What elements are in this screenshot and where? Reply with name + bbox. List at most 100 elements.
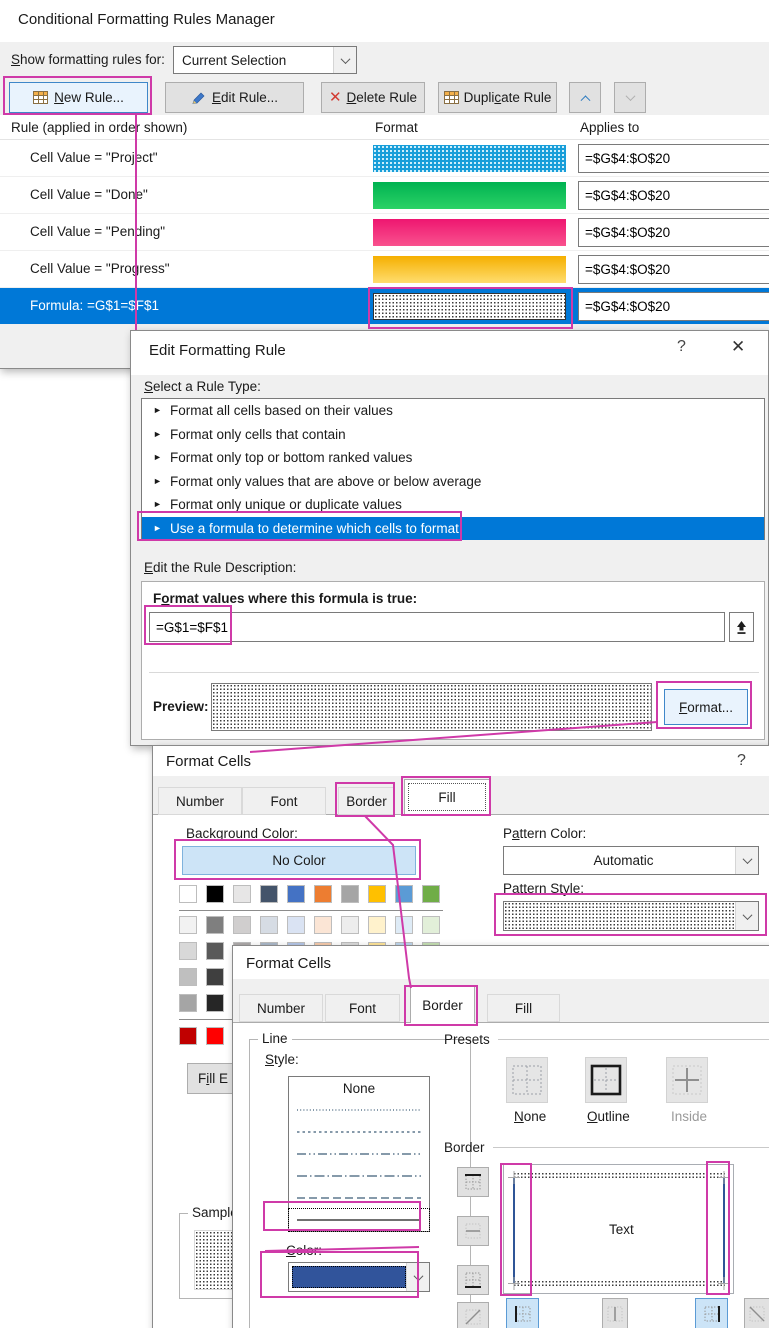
- help-button[interactable]: ?: [737, 752, 746, 770]
- color-swatch[interactable]: [368, 916, 386, 934]
- tab-fill[interactable]: Fill: [487, 994, 560, 1022]
- border-bottom-button[interactable]: [457, 1265, 489, 1295]
- border-diagonal-up-button[interactable]: [457, 1302, 489, 1328]
- color-swatch[interactable]: [395, 916, 413, 934]
- rule-row[interactable]: Cell Value = "Done": [0, 177, 769, 214]
- color-swatch[interactable]: [206, 942, 224, 960]
- preset-outline-label: Outline: [587, 1109, 630, 1124]
- fill-tabstrip: Number Font Border Fill: [153, 776, 769, 815]
- rule-type-item[interactable]: ►Format only unique or duplicate values: [142, 493, 764, 517]
- rule-type-label: Format all cells based on their values: [170, 403, 393, 418]
- rule-row[interactable]: Cell Value = "Progress": [0, 251, 769, 288]
- rule-applies-to-input[interactable]: [578, 292, 769, 321]
- show-rules-dropdown-button[interactable]: [333, 47, 356, 73]
- pattern-color-dropdown-button[interactable]: [735, 847, 758, 874]
- rule-type-item[interactable]: ►Format only values that are above or be…: [142, 470, 764, 494]
- pattern-style-dropdown-button[interactable]: [735, 902, 758, 930]
- color-swatch[interactable]: [260, 916, 278, 934]
- color-swatch[interactable]: [206, 916, 224, 934]
- color-swatch[interactable]: [179, 994, 197, 1012]
- no-color-button[interactable]: No Color: [182, 846, 416, 875]
- line-style-item-solid[interactable]: [289, 1209, 429, 1231]
- rule-row[interactable]: Cell Value = "Pending": [0, 214, 769, 251]
- line-style-item-dotted-fine[interactable]: [289, 1099, 429, 1121]
- color-swatch[interactable]: [422, 885, 440, 903]
- line-style-item-none[interactable]: None: [289, 1077, 429, 1099]
- border-top-button[interactable]: [457, 1167, 489, 1197]
- color-swatch[interactable]: [206, 968, 224, 986]
- rule-type-item[interactable]: ►Format only cells that contain: [142, 423, 764, 447]
- border-inside-horizontal-button[interactable]: [457, 1216, 489, 1246]
- pattern-color-combobox[interactable]: Automatic: [503, 846, 759, 875]
- color-swatch[interactable]: [260, 885, 278, 903]
- rule-type-item[interactable]: ►Format all cells based on their values: [142, 399, 764, 423]
- range-picker-button[interactable]: [729, 612, 754, 642]
- color-swatch[interactable]: [287, 885, 305, 903]
- edit-rule-button[interactable]: Edit Rule...: [165, 82, 304, 113]
- color-swatch[interactable]: [341, 885, 359, 903]
- color-swatch[interactable]: [179, 916, 197, 934]
- color-swatch[interactable]: [179, 968, 197, 986]
- rule-name: Cell Value = "Done": [30, 177, 148, 213]
- color-swatch[interactable]: [422, 916, 440, 934]
- rule-row[interactable]: Cell Value = "Project": [0, 140, 769, 177]
- color-dropdown-button[interactable]: [406, 1263, 429, 1291]
- help-button[interactable]: ?: [677, 338, 686, 356]
- color-swatch[interactable]: [233, 885, 251, 903]
- border-right-button[interactable]: [695, 1298, 728, 1328]
- border-inside-vertical-button[interactable]: [602, 1298, 628, 1328]
- close-button[interactable]: ✕: [731, 337, 745, 357]
- preset-none-button[interactable]: [506, 1057, 548, 1103]
- format-button[interactable]: Format...: [664, 689, 748, 725]
- delete-rule-button[interactable]: ✕ Delete Rule: [321, 82, 425, 113]
- color-swatch[interactable]: [233, 916, 251, 934]
- color-swatch[interactable]: [179, 885, 197, 903]
- color-swatch[interactable]: [287, 916, 305, 934]
- color-swatch[interactable]: [206, 1027, 224, 1045]
- color-swatch[interactable]: [206, 885, 224, 903]
- rule-applies-to-input[interactable]: [578, 144, 769, 173]
- border-left-button[interactable]: [506, 1298, 539, 1328]
- tab-number[interactable]: Number: [158, 787, 242, 815]
- preset-inside-button[interactable]: [666, 1057, 708, 1103]
- line-style-item-dashed[interactable]: [289, 1187, 429, 1209]
- tab-border[interactable]: Border: [410, 986, 475, 1023]
- move-rule-up-button[interactable]: [569, 82, 601, 113]
- line-style-item-dash-dot[interactable]: [289, 1165, 429, 1187]
- border-inside-horizontal-icon: [463, 1221, 483, 1241]
- rule-applies-to-input[interactable]: [578, 218, 769, 247]
- formula-input[interactable]: [149, 612, 725, 642]
- rule-row[interactable]: Formula: =G$1=$F$1: [0, 288, 769, 325]
- color-swatch[interactable]: [206, 994, 224, 1012]
- rule-type-item[interactable]: ►Use a formula to determine which cells …: [142, 517, 764, 541]
- tab-font[interactable]: Font: [325, 994, 400, 1022]
- color-swatch[interactable]: [179, 1027, 197, 1045]
- tab-font[interactable]: Font: [242, 787, 326, 815]
- new-rule-button[interactable]: New Rule...: [9, 82, 148, 113]
- duplicate-rule-button[interactable]: Duplicate Rule: [438, 82, 557, 113]
- tab-number[interactable]: Number: [239, 994, 323, 1022]
- color-swatch[interactable]: [314, 885, 332, 903]
- tab-fill[interactable]: Fill: [404, 779, 490, 815]
- preset-outline-button[interactable]: [585, 1057, 627, 1103]
- color-swatch[interactable]: [314, 916, 332, 934]
- move-rule-down-button[interactable]: [614, 82, 646, 113]
- show-rules-combobox[interactable]: Current Selection: [173, 46, 357, 74]
- line-style-item-dash-dot-dot[interactable]: [289, 1143, 429, 1165]
- border-diagonal-down-button[interactable]: [744, 1298, 769, 1328]
- pattern-style-combobox[interactable]: [503, 901, 759, 931]
- rule-type-item[interactable]: ►Format only top or bottom ranked values: [142, 446, 764, 470]
- chevron-down-icon: [625, 91, 635, 101]
- border-preview[interactable]: Text: [503, 1164, 734, 1294]
- format-cells-border-title: Format Cells: [246, 955, 331, 972]
- color-swatch[interactable]: [368, 885, 386, 903]
- color-swatch[interactable]: [395, 885, 413, 903]
- line-style-item-dashed-small[interactable]: [289, 1121, 429, 1143]
- color-swatch[interactable]: [179, 942, 197, 960]
- color-combobox[interactable]: [288, 1262, 430, 1292]
- tab-border[interactable]: Border: [338, 787, 395, 815]
- rule-applies-to-input[interactable]: [578, 255, 769, 284]
- rule-applies-to-input[interactable]: [578, 181, 769, 210]
- collapse-dialog-icon: [735, 620, 748, 635]
- color-swatch[interactable]: [341, 916, 359, 934]
